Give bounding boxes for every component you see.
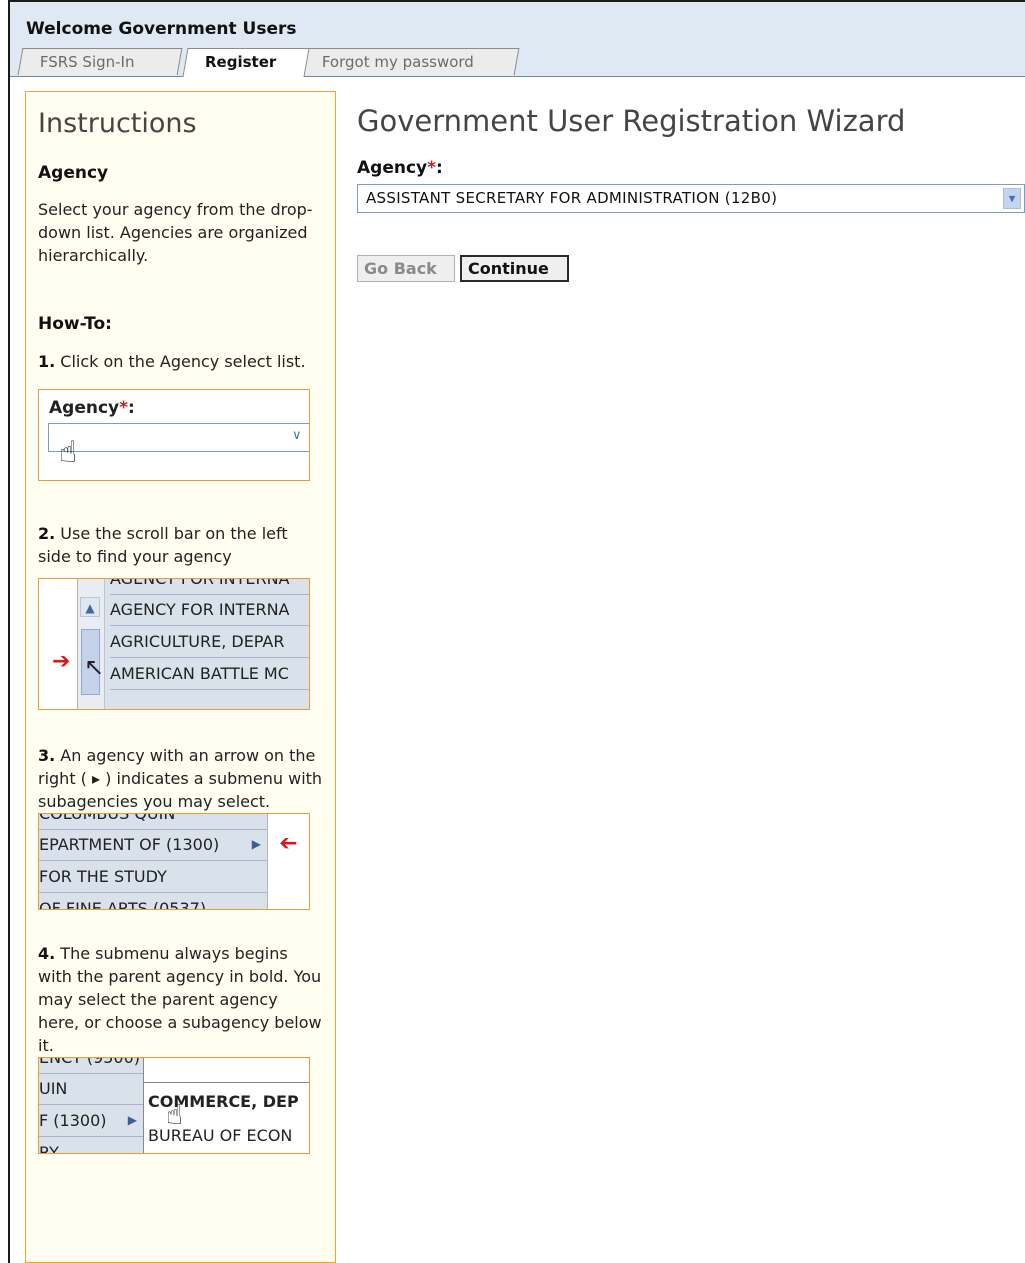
step-number: 3. — [38, 746, 56, 765]
agency-select-value: ASSISTANT SECRETARY FOR ADMINISTRATION (… — [366, 189, 778, 207]
scroll-up-icon: ▲ — [80, 597, 100, 617]
list-item: UIN — [39, 1073, 143, 1105]
list-item: AGRICULTURE, DEPAR — [110, 626, 309, 658]
hand-pointer-icon: ☝ — [166, 1098, 184, 1131]
list-item: FOR THE STUDY — [39, 861, 267, 893]
example-agency-list: ▲ AGENCY FOR INTERNA AGENCY FOR INTERNA … — [77, 579, 309, 709]
step-3: 3. An agency with an arrow on the right … — [38, 744, 323, 813]
chevron-down-icon: ∨ — [292, 428, 302, 443]
instructions-heading: Instructions — [38, 108, 197, 139]
list-item: RY — [39, 1137, 143, 1153]
section-title: Agency — [38, 163, 109, 183]
go-back-button[interactable]: Go Back — [357, 255, 455, 282]
step-4: 4. The submenu always begins with the pa… — [38, 942, 323, 1057]
step-1: 1. Click on the Agency select list. — [38, 350, 323, 373]
tab-bar: FSRS Sign-In Forgot my password Register — [10, 48, 1025, 77]
tab-divider — [10, 76, 1025, 77]
list-item: EPARTMENT OF (1300) ▶ — [39, 829, 267, 861]
frame-border — [8, 0, 1025, 2]
example-agency-label: Agency*: — [49, 398, 135, 418]
example-agency-list: COLUMBUS QUIN EPARTMENT OF (1300) ▶ FOR T… — [39, 814, 268, 909]
step-text: Click on the Agency select list. — [55, 352, 306, 371]
step-text: The submenu always begins with the paren… — [38, 944, 322, 1055]
howto-title: How-To: — [38, 314, 112, 334]
list-item: AGENCY FOR INTERNA — [110, 579, 309, 595]
header-title: Welcome Government Users — [26, 19, 297, 39]
example-agency-select: ∨ — [48, 423, 309, 452]
page-title: Government User Registration Wizard — [357, 104, 906, 138]
chevron-down-icon[interactable]: ▼ — [1003, 188, 1021, 209]
list-item: F (1300) ▶ — [39, 1105, 143, 1137]
example-screenshot-1: Agency*: ∨ ☝ — [38, 389, 310, 481]
step-text: Use the scroll bar on the left side to f… — [38, 524, 288, 566]
red-arrow-icon: ➔ — [279, 831, 298, 856]
instructions-description: Select your agency from the drop-down li… — [38, 200, 313, 265]
continue-button[interactable]: Continue — [460, 255, 569, 282]
frame-border — [8, 0, 10, 1263]
tab-register[interactable]: Register — [182, 48, 310, 77]
tab-fsrs-sign-in[interactable]: FSRS Sign-In — [17, 48, 183, 75]
list-item: ENCY (9500) — [39, 1058, 143, 1074]
red-arrow-icon: ➔ — [52, 649, 71, 674]
agency-label: Agency*: — [357, 158, 443, 178]
example-agency-list: ENCY (9500) UIN F (1300) ▶ RY — [39, 1058, 144, 1153]
hand-pointer-icon: ☝ — [59, 435, 78, 470]
step-number: 4. — [38, 944, 56, 963]
mouse-pointer-icon: ↖ — [84, 653, 105, 681]
step-number: 2. — [38, 524, 56, 543]
instructions-panel: Instructions Agency Select your agency f… — [25, 91, 336, 1263]
step-number: 1. — [38, 352, 56, 371]
tab-label: Forgot my password — [321, 53, 474, 71]
example-submenu: COMMERCE, DEP BUREAU OF ECON ☝ — [143, 1082, 309, 1153]
tab-label: Register — [205, 53, 277, 71]
example-screenshot-4: ENCY (9500) UIN F (1300) ▶ RY COMMERCE, D… — [38, 1057, 310, 1154]
list-item: COLUMBUS QUIN — [39, 814, 267, 830]
agency-select[interactable]: ASSISTANT SECRETARY FOR ADMINISTRATION (… — [357, 184, 1025, 213]
tab-label: FSRS Sign-In — [39, 53, 135, 71]
required-asterisk: * — [427, 158, 437, 178]
example-scrollbar: ▲ — [78, 579, 105, 709]
submenu-arrow-icon: ▶ — [251, 837, 261, 851]
example-screenshot-2: ➔ ▲ AGENCY FOR INTERNA AGENCY FOR INTERN… — [38, 578, 310, 710]
step-text: An agency with an arrow on the right ( ▸… — [38, 746, 323, 811]
submenu-arrow-icon: ▶ — [127, 1113, 137, 1127]
list-item: OF FINE ARTS (0537) — [39, 893, 267, 909]
step-2: 2. Use the scroll bar on the left side t… — [38, 522, 323, 568]
tab-forgot-password[interactable]: Forgot my password — [299, 48, 520, 75]
list-item: AGENCY FOR INTERNA — [110, 594, 309, 626]
list-item: AMERICAN BATTLE MC — [110, 658, 309, 690]
example-screenshot-3: COLUMBUS QUIN EPARTMENT OF (1300) ▶ FOR T… — [38, 813, 310, 910]
